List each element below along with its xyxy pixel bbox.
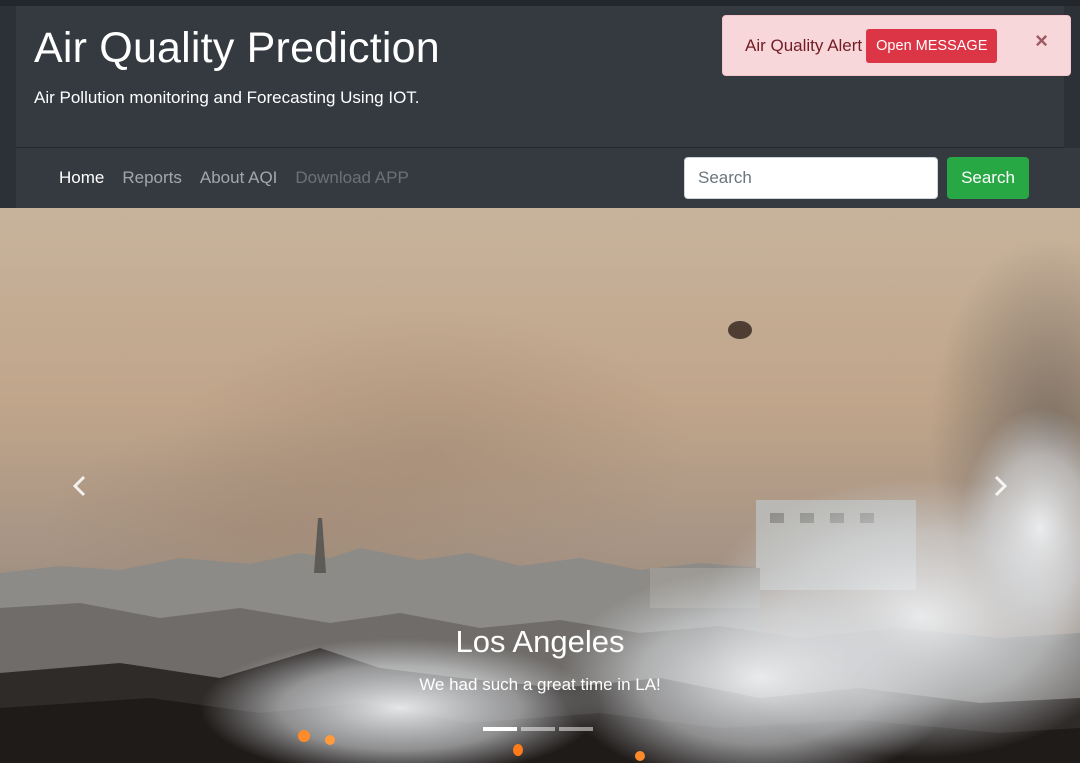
navbar: Home Reports About AQI Download APP Sear… bbox=[16, 148, 1080, 208]
site-subtitle: Air Pollution monitoring and Forecasting… bbox=[34, 88, 420, 107]
nav-items: Home Reports About AQI Download APP bbox=[59, 148, 418, 208]
search-button[interactable]: Search bbox=[947, 157, 1029, 199]
site-title: Air Quality Prediction bbox=[34, 24, 440, 72]
chevron-left-icon bbox=[72, 475, 86, 496]
search-input[interactable] bbox=[684, 157, 938, 199]
header-left-gap bbox=[0, 6, 16, 147]
carousel-caption-text: We had such a great time in LA! bbox=[419, 675, 661, 694]
close-icon[interactable]: × bbox=[1035, 30, 1048, 52]
nav-item-home[interactable]: Home bbox=[59, 168, 113, 188]
alert-text: Air Quality Alert bbox=[745, 35, 863, 55]
carousel-indicator-2[interactable] bbox=[521, 727, 555, 731]
chevron-right-icon bbox=[994, 475, 1008, 496]
air-quality-alert: Air Quality Alert Open MESSAGE × bbox=[722, 15, 1071, 76]
carousel-indicators bbox=[483, 727, 593, 731]
open-message-button[interactable]: Open MESSAGE bbox=[866, 28, 998, 63]
nav-item-about-aqi[interactable]: About AQI bbox=[191, 168, 287, 188]
carousel-indicator-1[interactable] bbox=[483, 727, 517, 731]
nav-item-download-app: Download APP bbox=[295, 168, 409, 187]
carousel-caption-title: Los Angeles bbox=[455, 624, 625, 659]
nav-item-reports[interactable]: Reports bbox=[113, 168, 191, 188]
carousel-indicator-3[interactable] bbox=[559, 727, 593, 731]
image-carousel: Los Angeles We had such a great time in … bbox=[0, 208, 1080, 763]
